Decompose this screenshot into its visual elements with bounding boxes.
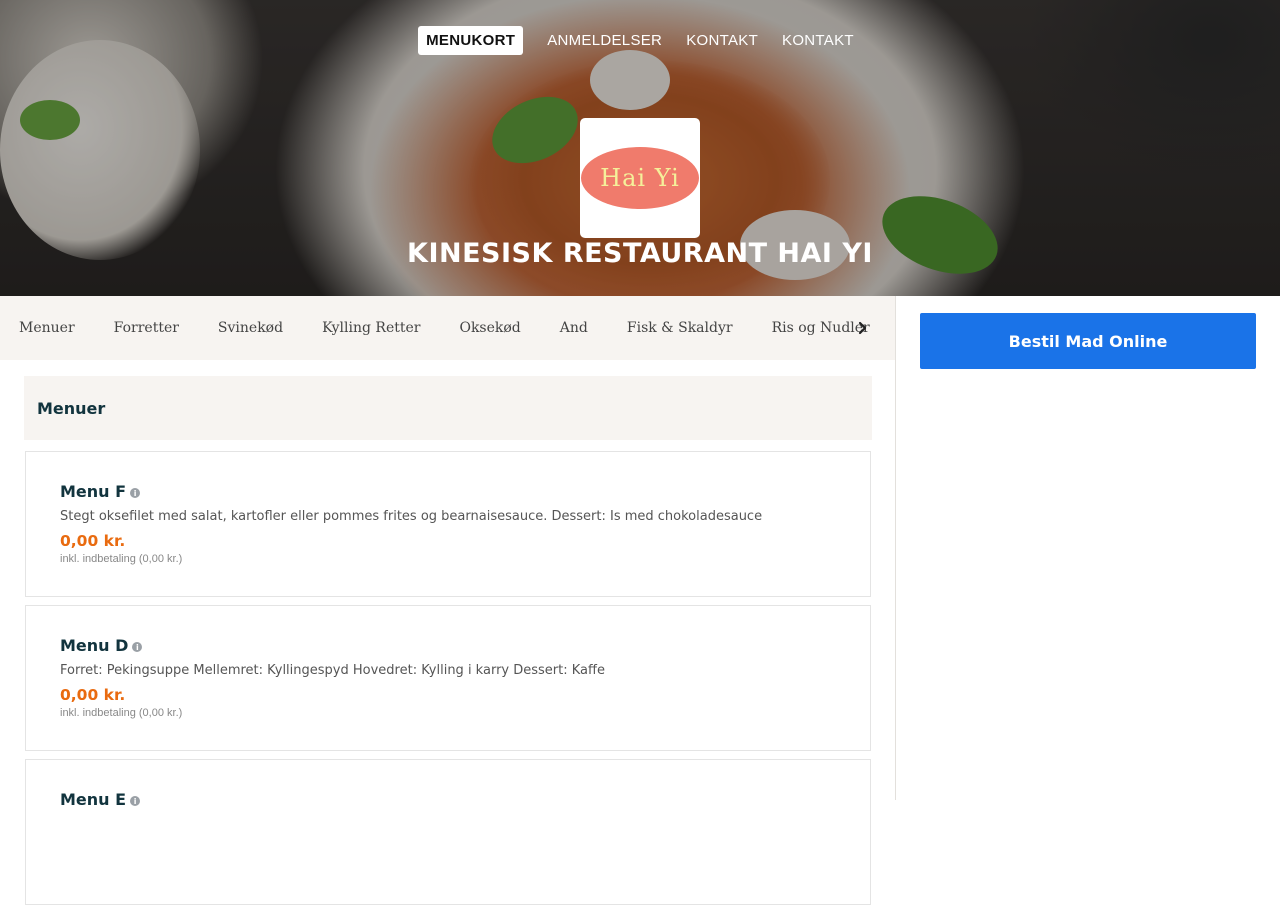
menu-item-card[interactable]: Menu F i Stegt oksefilet med salat, kart… bbox=[25, 451, 871, 597]
section-header: Menuer bbox=[24, 376, 872, 440]
menu-item-name: Menu D bbox=[60, 636, 129, 655]
category-oksekod[interactable]: Oksekød bbox=[459, 320, 520, 336]
category-and[interactable]: And bbox=[560, 320, 588, 336]
section-title: Menuer bbox=[37, 398, 106, 418]
nav-menukort[interactable]: MENUKORT bbox=[418, 26, 524, 55]
top-navigation: MENUKORT ANMELDELSER KONTAKT KONTAKT bbox=[0, 26, 1280, 56]
category-svinekod[interactable]: Svinekød bbox=[218, 320, 283, 336]
restaurant-logo: Hai Yi bbox=[580, 118, 700, 238]
category-kylling-retter[interactable]: Kylling Retter bbox=[322, 320, 420, 336]
order-online-button[interactable]: Bestil Mad Online bbox=[920, 313, 1256, 369]
menu-item-price: 0,00 kr. bbox=[60, 686, 126, 704]
menu-item-fee: inkl. indbetaling (0,00 kr.) bbox=[60, 553, 183, 565]
menu-item-card[interactable]: Menu E i bbox=[25, 759, 871, 905]
logo-oval: Hai Yi bbox=[581, 147, 699, 209]
menu-item-price: 0,00 kr. bbox=[60, 532, 126, 550]
category-bar: Menuer Forretter Svinekød Kylling Retter… bbox=[0, 296, 895, 360]
info-icon[interactable]: i bbox=[130, 488, 141, 498]
menu-item-description: Stegt oksefilet med salat, kartofler ell… bbox=[60, 509, 763, 524]
menu-item-fee: inkl. indbetaling (0,00 kr.) bbox=[60, 707, 183, 719]
panel-divider bbox=[895, 296, 896, 800]
restaurant-title: KINESISK RESTAURANT HAI YI bbox=[407, 238, 873, 269]
category-menuer[interactable]: Menuer bbox=[19, 320, 75, 336]
chevron-right-icon[interactable] bbox=[853, 318, 873, 338]
menu-item-name: Menu F bbox=[60, 482, 127, 501]
info-icon[interactable]: i bbox=[130, 796, 141, 806]
nav-anmeldelser[interactable]: ANMELDELSER bbox=[539, 26, 670, 55]
info-icon[interactable]: i bbox=[132, 642, 143, 652]
category-forretter[interactable]: Forretter bbox=[114, 320, 179, 336]
menu-item-card[interactable]: Menu D i Forret: Pekingsuppe Mellemret: … bbox=[25, 605, 871, 751]
menu-item-description: Forret: Pekingsuppe Mellemret: Kyllinges… bbox=[60, 663, 605, 678]
category-fisk-skaldyr[interactable]: Fisk & Skaldyr bbox=[627, 320, 733, 336]
logo-text: Hai Yi bbox=[600, 164, 680, 192]
nav-kontakt-2[interactable]: KONTAKT bbox=[774, 26, 862, 55]
nav-kontakt[interactable]: KONTAKT bbox=[678, 26, 766, 55]
